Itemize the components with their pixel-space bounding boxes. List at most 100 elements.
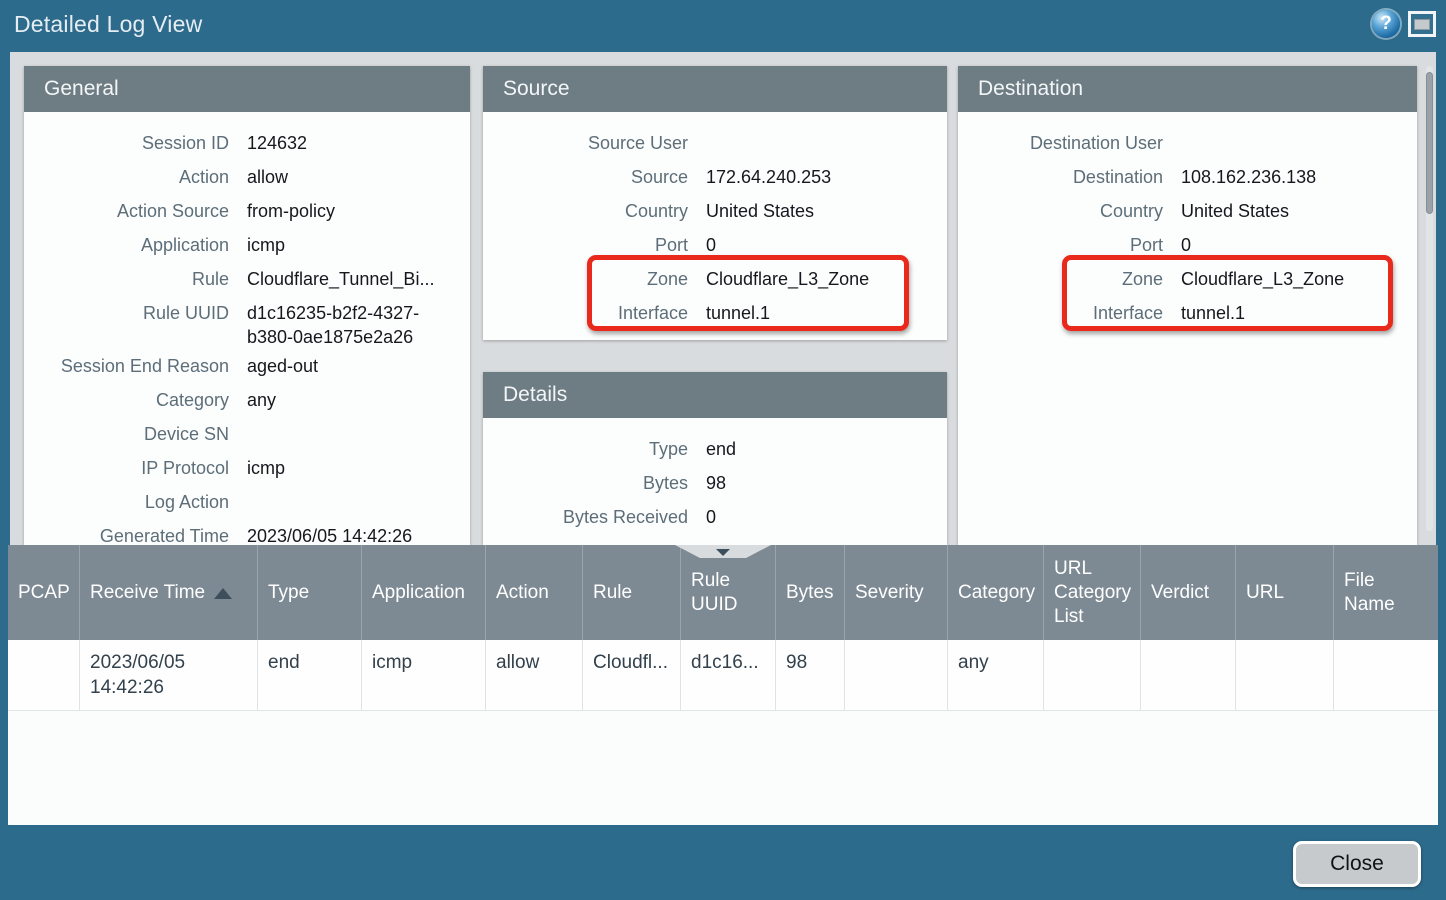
table-row[interactable]: 2023/06/05 14:42:26endicmpallowCloudfl..… [8,640,1438,711]
help-icon[interactable]: ? [1372,10,1400,38]
field-value: from-policy [247,199,470,223]
column-header-rule-uuid[interactable]: Rule UUID [681,545,776,640]
field-value: 124632 [247,131,470,155]
field-label: Generated Time [24,524,229,545]
source-panel-title: Source [483,66,947,112]
column-header-severity[interactable]: Severity [845,545,948,640]
field-value: icmp [247,456,470,480]
field-row-generated-time: Generated Time2023/06/05 14:42:26 [24,519,470,545]
field-label: Destination User [958,131,1163,155]
field-row-country: CountryUnited States [958,194,1417,228]
field-row-bytes-received: Bytes Received0 [483,500,947,534]
column-header-url[interactable]: URL [1236,545,1334,640]
column-header-application[interactable]: Application [362,545,486,640]
field-row-source: Source172.64.240.253 [483,160,947,194]
column-header-action[interactable]: Action [486,545,583,640]
field-row-action-source: Action Sourcefrom-policy [24,194,470,228]
column-header-category[interactable]: Category [948,545,1044,640]
cell-rule-uuid: d1c16... [681,640,776,710]
field-label: Country [958,199,1163,223]
cell-bytes: 98 [776,640,845,710]
field-label: Port [483,233,688,257]
vertical-scrollbar-thumb[interactable] [1426,72,1433,214]
field-label: Action [24,165,229,189]
cell-severity [845,640,948,710]
column-header-pcap[interactable]: PCAP [8,545,80,640]
maximize-icon-inner [1414,19,1430,30]
column-header-bytes[interactable]: Bytes [776,545,845,640]
field-label: Bytes [483,471,688,495]
cell-type: end [258,640,362,710]
source-panel: Source Source User Source172.64.240.253 Co… [483,66,947,340]
column-header-label: URL [1246,581,1284,605]
field-label: Destination [958,165,1163,189]
help-icon-glyph: ? [1380,13,1392,35]
details-panel-title: Details [483,372,947,418]
column-header-label: Rule UUID [691,569,765,617]
column-header-rule[interactable]: Rule [583,545,681,640]
column-header-url-category-list[interactable]: URL Category List [1044,545,1141,640]
cell-pcap [8,640,80,710]
field-value: end [706,437,947,461]
field-row-type: Typeend [483,432,947,466]
vertical-scrollbar-track[interactable] [1426,66,1433,531]
maximize-icon[interactable] [1408,11,1436,37]
field-value: Cloudflare_L3_Zone [706,267,947,291]
field-row-source-user: Source User [483,126,947,160]
column-header-label: URL Category List [1054,557,1131,629]
field-value: icmp [247,233,470,257]
field-row-session-end-reason: Session End Reason aged-out [24,349,470,383]
title-bar: Detailed Log View ? [0,0,1446,52]
field-label: Source [483,165,688,189]
column-header-label: Severity [855,581,924,605]
column-header-label: File Name [1344,569,1428,617]
field-row-rule: RuleCloudflare_Tunnel_Bi... [24,262,470,296]
field-row-action: Actionallow [24,160,470,194]
column-header-label: Bytes [786,581,834,605]
field-row-ip-protocol: IP Protocol icmp [24,451,470,485]
column-header-label: Rule [593,581,632,605]
field-label: Source User [483,131,688,155]
cell-rule: Cloudfl... [583,640,681,710]
field-row-interface: Interfacetunnel.1 [483,296,947,330]
field-row-interface: Interfacetunnel.1 [958,296,1417,330]
field-label: Application [24,233,229,257]
field-value: any [247,388,470,412]
column-header-receive-time[interactable]: Receive Time [80,545,258,640]
field-label: Country [483,199,688,223]
cell-url-category-list [1044,640,1141,710]
cell-application: icmp [362,640,486,710]
field-label: Bytes Received [483,505,688,529]
field-row-destination-user: Destination User [958,126,1417,160]
column-header-type[interactable]: Type [258,545,362,640]
close-button[interactable]: Close [1293,841,1421,887]
column-header-label: Action [496,581,549,605]
details-panel-body: TypeendBytes98Bytes Received0 [483,418,947,534]
general-panel-body: Session ID124632ActionallowAction Source… [24,112,470,545]
field-label: IP Protocol [24,456,229,480]
field-label: Log Action [24,490,229,514]
column-header-verdict[interactable]: Verdict [1141,545,1236,640]
field-row-category: Category any [24,383,470,417]
sort-ascending-icon [214,588,232,599]
field-row-zone: Zone Cloudflare_L3_Zone [483,262,947,296]
field-label: Zone [483,267,688,291]
column-header-label: Type [268,581,309,605]
field-label: Session End Reason [24,354,229,378]
destination-panel: Destination Destination UserDestination1… [958,66,1417,545]
destination-panel-title: Destination [958,66,1417,112]
destination-panel-body: Destination UserDestination108.162.236.1… [958,112,1417,330]
field-label: Category [24,388,229,412]
detail-panels-area: General Session ID124632ActionallowActio… [10,52,1436,545]
highlighted-field-group: Zone Cloudflare_L3_Zone Interfacetunnel.1 [483,262,947,330]
log-table-header-row: PCAPReceive Time Type Application Action Rul… [8,545,1438,640]
chevron-down-icon [716,549,730,556]
field-row-port: Port0 [483,228,947,262]
details-panel: Details TypeendBytes98Bytes Received0 [483,372,947,545]
field-label: Rule [24,267,229,291]
column-header-file-name[interactable]: File Name [1334,545,1438,640]
field-row-application: Application icmp [24,228,470,262]
column-header-label: Application [372,581,465,605]
field-value: aged-out [247,354,470,378]
field-label: Port [958,233,1163,257]
